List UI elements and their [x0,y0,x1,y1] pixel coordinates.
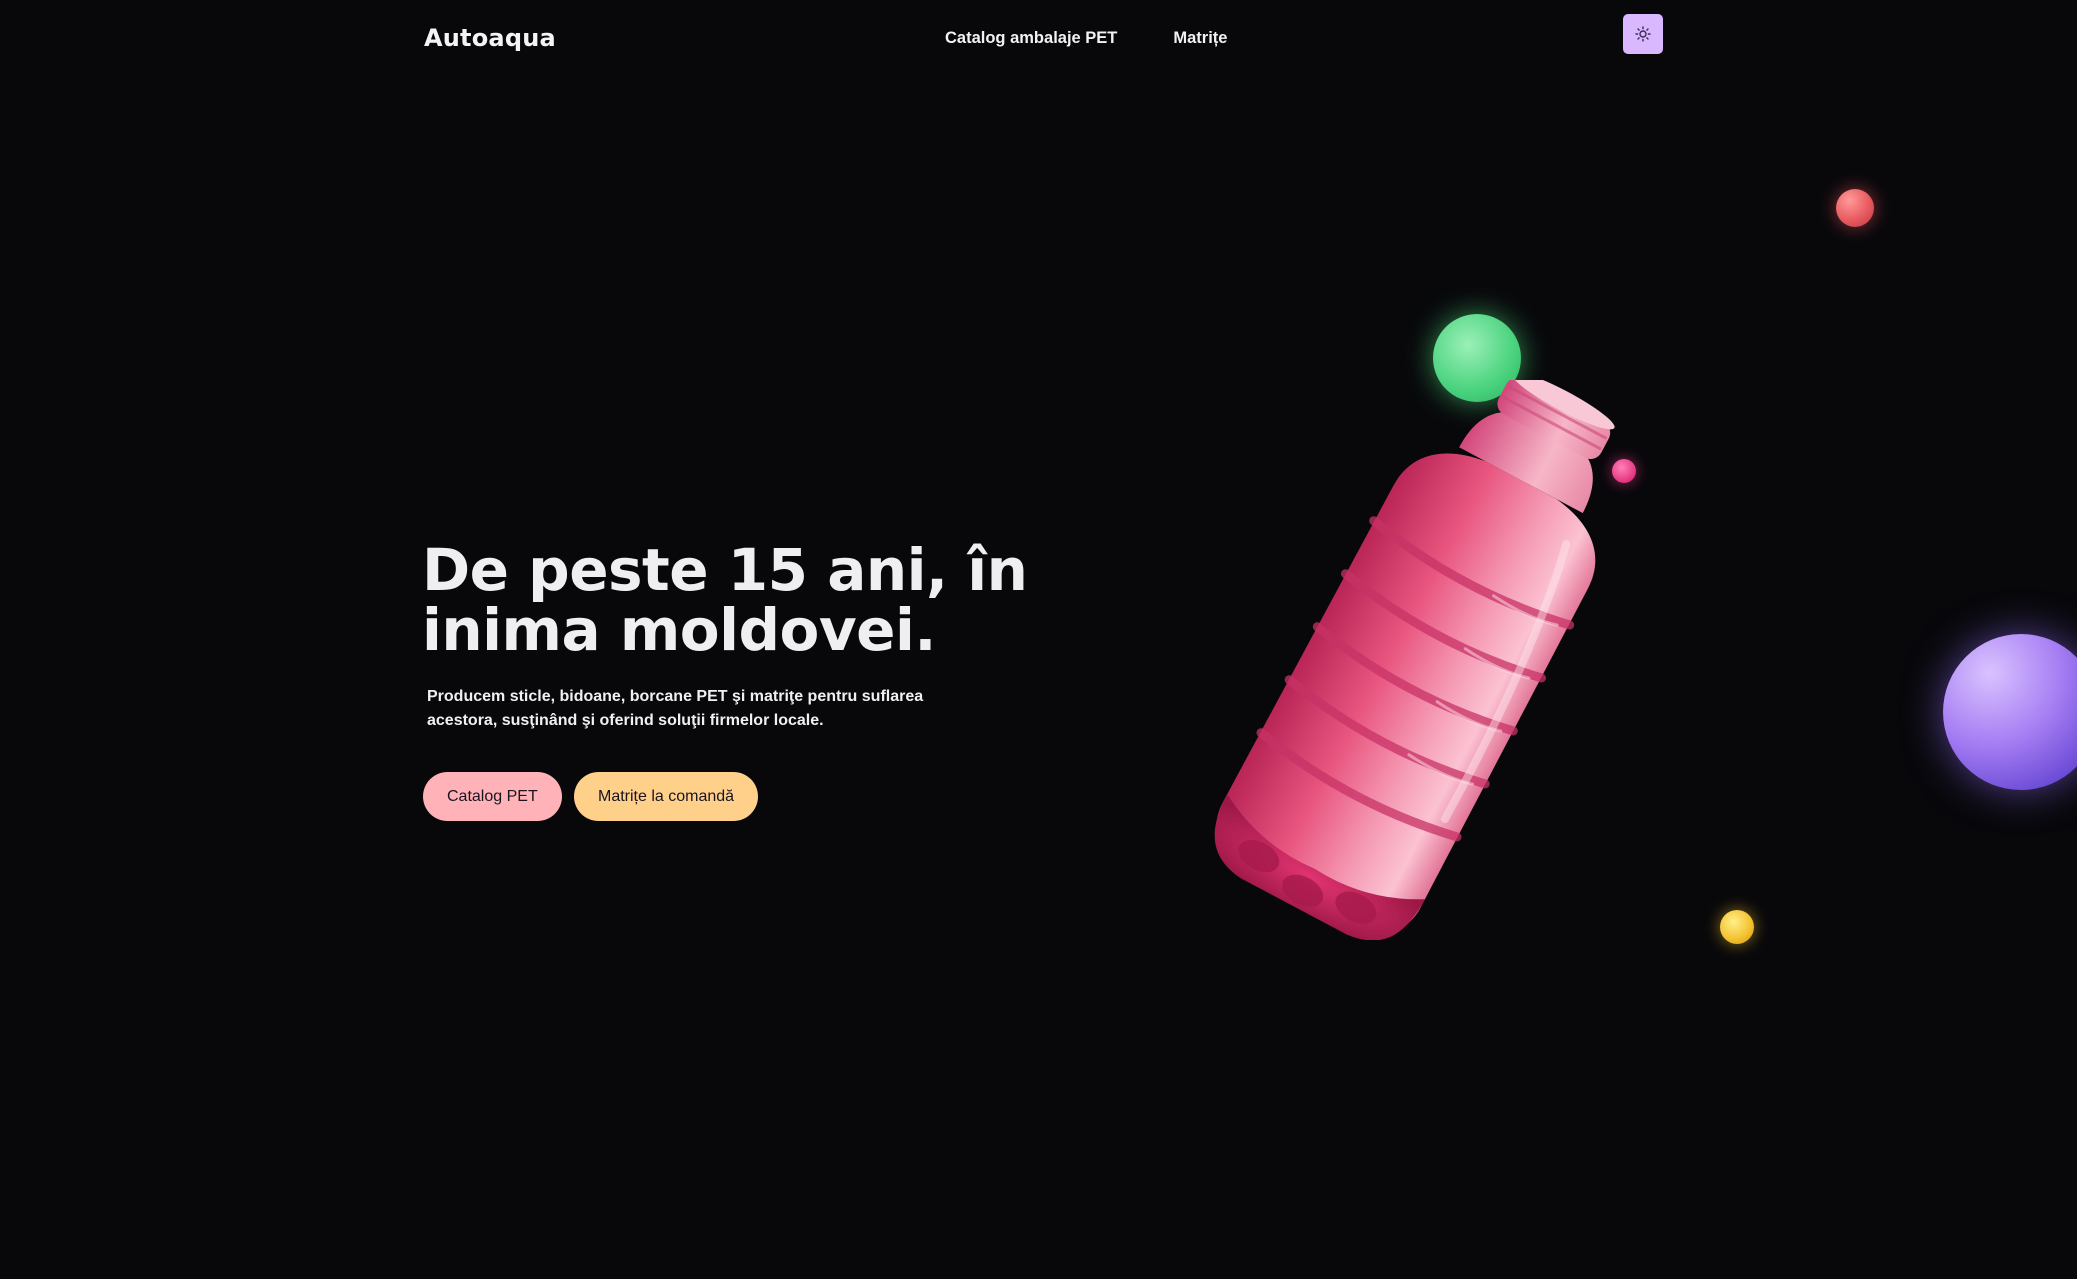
brand-logo[interactable]: Autoaqua [424,24,556,52]
hero-description: Producem sticle, bidoane, borcane PET şi… [427,685,947,733]
page: Autoaqua Catalog ambalaje PET Matrițe De… [0,0,2077,1279]
theme-toggle-button[interactable] [1623,14,1663,54]
hero-title: De peste 15 ani, în inima moldovei. [422,540,1062,660]
pet-bottle-illustration [1214,380,1615,940]
hero-description-line: acestora, susţinând şi oferind soluţii f… [427,712,824,729]
yellow-sphere [1720,910,1754,944]
main-nav: Catalog ambalaje PET Matrițe [945,29,1227,48]
nav-item-catalog[interactable]: Catalog ambalaje PET [945,29,1117,48]
red-sphere [1836,189,1874,227]
catalog-pet-button[interactable]: Catalog PET [423,772,562,821]
purple-sphere [1943,634,2077,790]
hero-title-line: De peste 15 ani, în [422,536,1028,604]
custom-molds-button[interactable]: Matrițe la comandă [574,772,759,821]
hero-title-line: inima moldovei. [422,596,936,664]
sun-icon [1635,26,1651,42]
hero-description-line: Producem sticle, bidoane, borcane PET şi… [427,688,924,705]
nav-item-matrite[interactable]: Matrițe [1173,29,1227,48]
